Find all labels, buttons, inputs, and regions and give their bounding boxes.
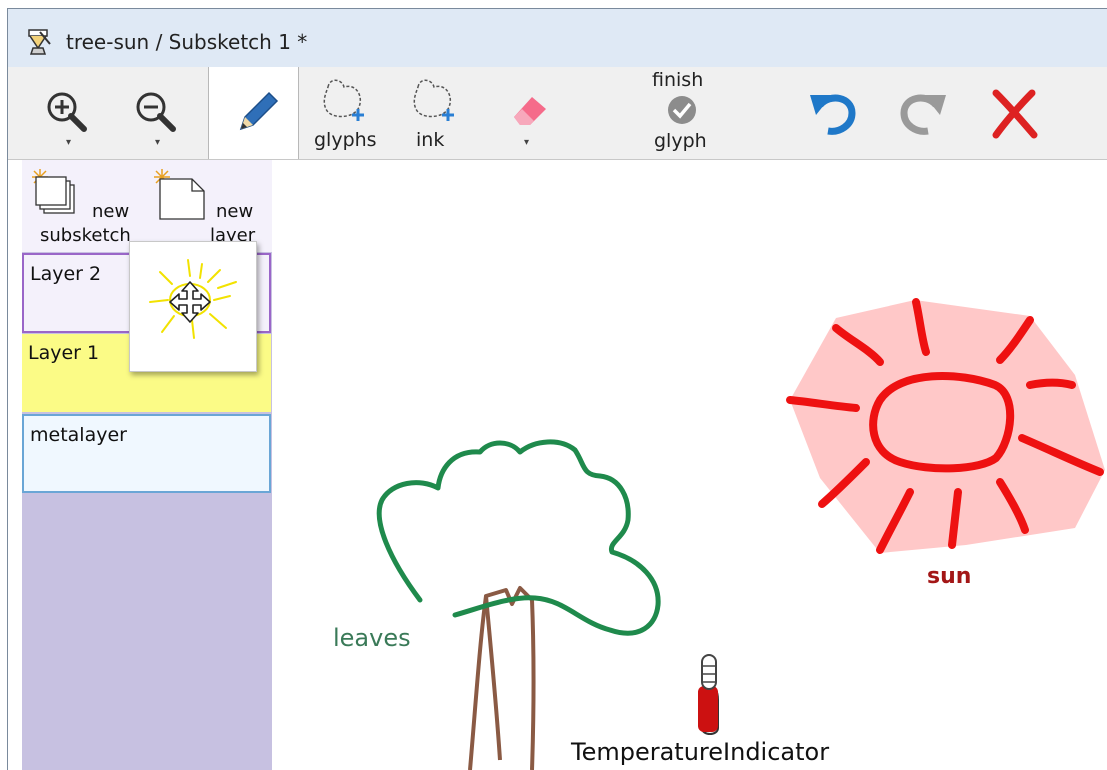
check-circle-icon xyxy=(668,96,696,124)
undo-button[interactable] xyxy=(798,67,868,159)
redo-icon xyxy=(900,94,946,135)
eraser-dropdown-arrow[interactable]: ▾ xyxy=(524,137,529,148)
zoom-out-icon xyxy=(136,92,176,132)
sun-label: sun xyxy=(927,564,972,589)
new-subsketch-button[interactable]: new subsketch xyxy=(30,167,145,251)
temperature-indicator-label: TemperatureIndicator xyxy=(571,738,830,766)
ink-label: ink xyxy=(416,129,445,151)
new-layer-button[interactable]: new layer xyxy=(152,167,267,251)
dragged-sun-thumbnail[interactable] xyxy=(129,241,257,372)
toolbar: ▾ ▾ glyphs ink ▾ finish glyph xyxy=(8,67,1107,160)
glyph-label: glyph xyxy=(654,130,707,152)
eraser-button[interactable]: ▾ xyxy=(498,67,568,159)
desktop-background xyxy=(0,0,7,770)
layer-item-metalayer[interactable]: metalayer xyxy=(22,414,271,493)
pencil-icon xyxy=(239,91,279,131)
zoom-in-icon xyxy=(47,92,87,132)
new-layer-icon xyxy=(154,169,205,220)
leaves-label: leaves xyxy=(333,624,411,652)
eraser-icon xyxy=(514,97,546,125)
app-icon xyxy=(28,29,51,55)
glyphs-button[interactable]: glyphs xyxy=(306,67,386,159)
undo-icon xyxy=(810,94,856,135)
layer-label: Layer 2 xyxy=(30,263,102,285)
zoom-in-dropdown-arrow[interactable]: ▾ xyxy=(66,137,71,148)
move-cursor-icon xyxy=(169,281,211,323)
pen-tool-button[interactable] xyxy=(208,67,299,159)
temperature-indicator-glyph[interactable] xyxy=(698,654,719,735)
tree-glyph[interactable] xyxy=(376,439,661,770)
new-subsketch-label-2: subsketch xyxy=(40,225,131,246)
new-layer-label-1: new xyxy=(216,201,254,222)
delete-button[interactable] xyxy=(978,67,1048,159)
new-subsketch-icon xyxy=(32,169,75,214)
redo-button[interactable] xyxy=(888,67,958,159)
ink-add-icon xyxy=(413,79,454,121)
finish-glyph-button[interactable]: finish glyph xyxy=(636,67,724,159)
layer-label: Layer 1 xyxy=(28,342,100,364)
new-subsketch-label-1: new xyxy=(92,201,130,222)
drawing-canvas[interactable]: sun leaves TemperatureIndicator xyxy=(273,160,1107,770)
finish-label: finish xyxy=(652,69,704,91)
delete-x-icon xyxy=(992,89,1038,139)
sun-glyph[interactable] xyxy=(786,298,1105,554)
zoom-in-button[interactable]: ▾ xyxy=(36,67,116,159)
ink-button[interactable]: ink xyxy=(400,67,470,159)
sketch-strokes xyxy=(376,298,1105,770)
zoom-out-dropdown-arrow[interactable]: ▾ xyxy=(155,137,160,148)
layer-label: metalayer xyxy=(30,424,127,446)
glyphs-label: glyphs xyxy=(314,129,377,151)
window-title: tree-sun / Subsketch 1 * xyxy=(66,30,308,54)
glyph-add-icon xyxy=(323,79,364,121)
zoom-out-button[interactable]: ▾ xyxy=(123,67,203,159)
